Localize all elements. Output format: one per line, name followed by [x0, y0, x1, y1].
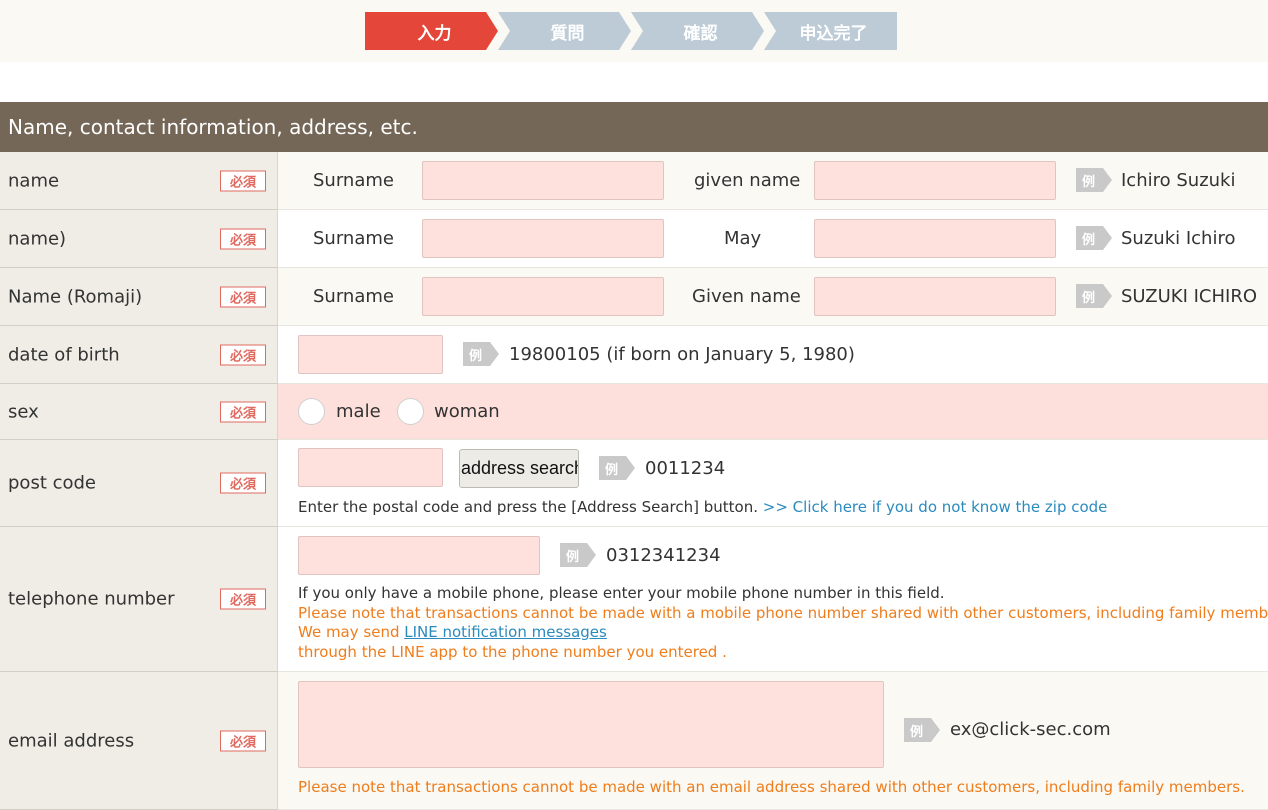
- male-label[interactable]: male: [336, 401, 381, 422]
- example-text: 0312341234: [606, 545, 721, 566]
- required-badge: 必須: [220, 286, 266, 307]
- example-badge: 例: [1076, 284, 1112, 308]
- surname-input[interactable]: [422, 161, 664, 200]
- given-name-label: May: [724, 228, 762, 249]
- row-field-cell: 例 0312341234 If you only have a mobile p…: [278, 527, 1268, 672]
- row-dob: date of birth 必須 例 19800105 (if born on …: [0, 326, 1268, 384]
- top-band: [0, 0, 1268, 62]
- row-field-cell: 例 19800105 (if born on January 5, 1980): [278, 326, 1268, 384]
- row-field-cell: address search 例 0011234 Enter the posta…: [278, 440, 1268, 527]
- given-name-romaji-input[interactable]: [814, 277, 1056, 316]
- given-name-label: Given name: [692, 286, 801, 307]
- postcode-note-text: Enter the postal code and press the [Add…: [298, 498, 758, 516]
- required-badge: 必須: [220, 170, 266, 191]
- row-label: Name (Romaji): [8, 286, 143, 307]
- line-notification-link[interactable]: LINE notification messages: [404, 623, 607, 641]
- row-label: telephone number: [8, 588, 175, 610]
- row-field-cell: Surname May 例 Suzuki Ichiro: [278, 210, 1268, 268]
- row-label-cell: sex 必須: [0, 384, 278, 440]
- surname-kana-input[interactable]: [422, 219, 664, 258]
- row-label-cell: post code 必須: [0, 440, 278, 527]
- step-complete-label: 申込完了: [799, 23, 868, 44]
- email-note-shared: Please note that transactions cannot be …: [298, 778, 1245, 796]
- row-phone: telephone number 必須 例 0312341234 If you …: [0, 527, 1268, 672]
- surname-label: Surname: [313, 170, 394, 191]
- example-text: ex@click-sec.com: [950, 719, 1111, 740]
- phone-input[interactable]: [298, 536, 540, 575]
- male-radio[interactable]: [298, 398, 325, 425]
- address-search-button[interactable]: address search: [459, 449, 579, 488]
- row-label-cell: Name (Romaji) 必須: [0, 268, 278, 326]
- phone-note-mobile: If you only have a mobile phone, please …: [298, 584, 945, 602]
- postcode-note: Enter the postal code and press the [Add…: [298, 498, 1107, 516]
- example-badge: 例: [1076, 168, 1112, 192]
- step-complete: 申込完了: [764, 12, 897, 50]
- row-label: name: [8, 170, 60, 191]
- row-label: post code: [8, 472, 97, 494]
- example-text: SUZUKI ICHIRO: [1121, 286, 1258, 307]
- example-badge: 例: [904, 718, 940, 742]
- dob-input[interactable]: [298, 335, 443, 374]
- row-label: date of birth: [8, 344, 120, 365]
- row-label: email address: [8, 730, 135, 751]
- row-label: name): [8, 228, 67, 249]
- required-badge: 必須: [220, 730, 266, 751]
- example-badge: 例: [560, 543, 596, 567]
- row-email: email address 必須 例 ex@click-sec.com Plea…: [0, 672, 1268, 810]
- step-input-label: 入力: [417, 23, 452, 44]
- line-note-prefix: We may send: [298, 623, 405, 641]
- required-badge: 必須: [220, 228, 266, 249]
- required-badge: 必須: [220, 472, 266, 494]
- row-field-cell: Surname Given name 例 SUZUKI ICHIRO: [278, 268, 1268, 326]
- phone-note-line: We may send LINE notification messages: [298, 623, 607, 641]
- example-badge: 例: [463, 342, 499, 366]
- example-text: 19800105 (if born on January 5, 1980): [509, 344, 855, 365]
- row-field-cell: 例 ex@click-sec.com Please note that tran…: [278, 672, 1268, 810]
- row-label-cell: telephone number 必須: [0, 527, 278, 672]
- row-sex: sex 必須 male woman: [0, 384, 1268, 440]
- required-badge: 必須: [220, 588, 266, 610]
- phone-note-line-app: through the LINE app to the phone number…: [298, 643, 727, 661]
- step-question-label: 質問: [550, 23, 585, 44]
- surname-label: Surname: [313, 286, 394, 307]
- row-label-cell: date of birth 必須: [0, 326, 278, 384]
- zip-lookup-link[interactable]: >> Click here if you do not know the zip…: [763, 498, 1108, 516]
- example-text: 0011234: [645, 458, 726, 479]
- given-name-label: given name: [694, 170, 801, 191]
- row-label-cell: name 必須: [0, 152, 278, 210]
- phone-note-shared: Please note that transactions cannot be …: [298, 604, 1268, 622]
- row-label: sex: [8, 401, 39, 422]
- section-title: Name, contact information, address, etc.: [0, 102, 1268, 152]
- female-radio[interactable]: [397, 398, 424, 425]
- step-input: 入力: [365, 12, 498, 50]
- required-badge: 必須: [220, 344, 266, 365]
- step-confirm: 確認: [631, 12, 764, 50]
- row-field-cell: male woman: [278, 384, 1268, 440]
- female-label[interactable]: woman: [434, 401, 500, 422]
- row-label-cell: email address 必須: [0, 672, 278, 810]
- given-name-kana-input[interactable]: [814, 219, 1056, 258]
- step-confirm-label: 確認: [683, 23, 718, 44]
- postcode-input[interactable]: [298, 448, 443, 487]
- example-badge: 例: [599, 456, 635, 480]
- row-postcode: post code 必須 address search 例 0011234 En…: [0, 440, 1268, 527]
- required-badge: 必須: [220, 401, 266, 422]
- row-name-kana: name) 必須 Surname May 例 Suzuki Ichiro: [0, 210, 1268, 268]
- row-name: name 必須 Surname given name 例 Ichiro Suzu…: [0, 152, 1268, 210]
- step-question: 質問: [498, 12, 631, 50]
- row-name-romaji: Name (Romaji) 必須 Surname Given name 例 SU…: [0, 268, 1268, 326]
- surname-label: Surname: [313, 228, 394, 249]
- example-text: Ichiro Suzuki: [1121, 170, 1236, 191]
- given-name-input[interactable]: [814, 161, 1056, 200]
- row-label-cell: name) 必須: [0, 210, 278, 268]
- surname-romaji-input[interactable]: [422, 277, 664, 316]
- example-badge: 例: [1076, 226, 1112, 250]
- email-input[interactable]: [298, 681, 884, 768]
- example-text: Suzuki Ichiro: [1121, 228, 1236, 249]
- row-field-cell: Surname given name 例 Ichiro Suzuki: [278, 152, 1268, 210]
